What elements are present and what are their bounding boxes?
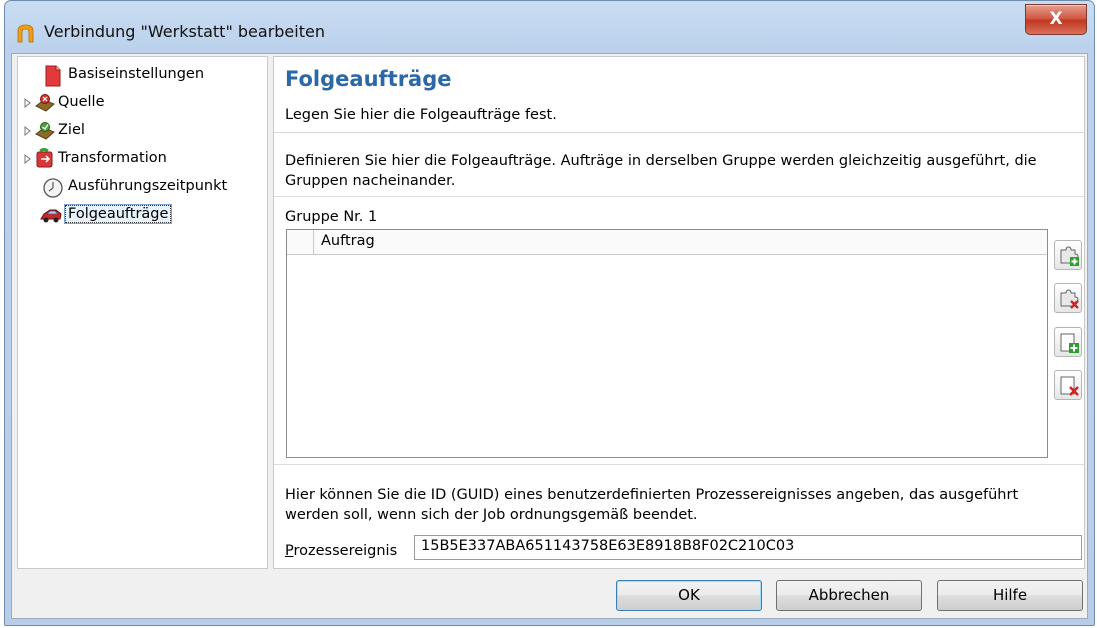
remove-job-button[interactable] [1054, 283, 1082, 313]
dialog-client-area: Basiseinstellungen Quelle Ziel Transform… [11, 53, 1088, 619]
tree-item-label: Ziel [58, 122, 85, 138]
ok-button[interactable]: OK [616, 580, 762, 611]
jobs-table[interactable]: Auftrag [286, 229, 1048, 458]
close-button[interactable]: X [1025, 4, 1087, 35]
tree-item-ziel[interactable]: Ziel [18, 120, 258, 144]
section-divider [274, 196, 1084, 197]
page-title: Folgeaufträge [285, 67, 452, 91]
cancel-button[interactable]: Abbrechen [776, 580, 922, 611]
car-icon [40, 209, 62, 223]
tree-item-quelle[interactable]: Quelle [18, 92, 258, 116]
window-title: Verbindung "Werkstatt" bearbeiten [44, 22, 325, 41]
dialog-window: Verbindung "Werkstatt" bearbeiten X Basi… [4, 0, 1095, 626]
column-header-auftrag[interactable]: Auftrag [321, 233, 375, 249]
page-remove-icon [1060, 376, 1079, 396]
title-bar: Verbindung "Werkstatt" bearbeiten X [5, 1, 1094, 53]
remove-group-button[interactable] [1054, 370, 1082, 400]
tree-item-label: Quelle [58, 94, 105, 110]
tree-item-basiseinstellungen[interactable]: Basiseinstellungen [18, 64, 258, 88]
tree-item-label: Basiseinstellungen [68, 66, 205, 82]
tree-item-ausfuehrungszeitpunkt[interactable]: Ausführungszeitpunkt [18, 176, 258, 200]
tree-item-folgeauftraege[interactable]: Folgeaufträge [18, 204, 258, 228]
panel-header: Folgeaufträge Legen Sie hier die Folgeau… [274, 57, 1084, 133]
row-header-cell [287, 230, 314, 255]
expand-arrow-icon[interactable] [24, 154, 32, 164]
document-icon [45, 65, 61, 87]
event-field-label: Prozessereignis [285, 543, 398, 559]
puzzle-remove-icon [1060, 289, 1079, 309]
description-text: Definieren Sie hier die Folgeaufträge. A… [285, 153, 1037, 189]
transformation-icon [36, 148, 53, 168]
app-logo-icon [17, 24, 34, 43]
page-subtitle: Legen Sie hier die Folgeaufträge fest. [285, 107, 557, 123]
add-group-button[interactable] [1054, 327, 1082, 357]
clock-icon [43, 178, 63, 198]
puzzle-add-icon [1060, 246, 1079, 266]
tree-item-label: Folgeaufträge [65, 205, 172, 223]
event-description: Hier können Sie die ID (GUID) eines benu… [285, 487, 1019, 523]
table-header: Auftrag [287, 230, 1047, 255]
process-event-input[interactable]: 15B5E337ABA651143758E63E8918B8F02C210C03 [414, 535, 1082, 560]
expand-arrow-icon[interactable] [24, 126, 32, 136]
add-job-button[interactable] [1054, 240, 1082, 270]
page-add-icon [1060, 333, 1079, 353]
help-button[interactable]: Hilfe [937, 580, 1083, 611]
navigation-tree: Basiseinstellungen Quelle Ziel Transform… [17, 56, 268, 569]
content-panel: Folgeaufträge Legen Sie hier die Folgeau… [273, 56, 1085, 569]
tree-item-transformation[interactable]: Transformation [18, 148, 258, 172]
event-label-rest: rozessereignis [293, 543, 398, 559]
group-label: Gruppe Nr. 1 [285, 209, 378, 225]
source-icon [35, 94, 55, 112]
tree-item-label: Ausführungszeitpunkt [68, 178, 228, 194]
section-divider [274, 464, 1084, 465]
tree-item-label: Transformation [58, 150, 167, 166]
target-icon [35, 122, 55, 140]
expand-arrow-icon[interactable] [24, 98, 32, 108]
